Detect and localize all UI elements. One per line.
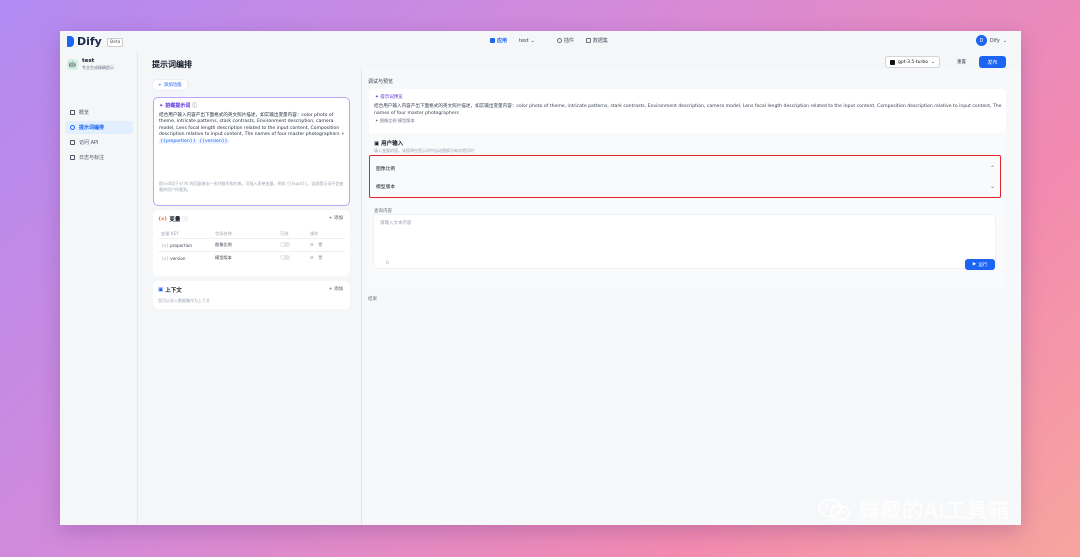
var-tag-version: {{version}} [198,138,229,144]
sidebar: 🤖 test 专业生成精确提示 概览 提示词编排 访问 API 日志与标注 [60,52,138,525]
add-feature-button[interactable]: + 添加功能 [153,80,187,90]
sidebar-item-logs[interactable]: 日志与标注 [65,151,133,164]
trash-icon[interactable]: 🗑 [318,255,323,261]
document-icon [70,155,75,160]
query-placeholder: 请输入文本内容 [380,221,412,226]
dify-logo-icon [67,36,74,47]
table-header: 变量 KEY 字段名称 可选 操作 [161,230,319,236]
prompt-preview-text: 结合用户输入内容产出下面格式的英文照片描述，如实输出变量内容：color pho… [374,104,1002,116]
prompt-text[interactable]: 结合用户输入内容产出下面格式的英文照片描述，如实输出变量内容：color pho… [159,113,345,145]
nav-plugins[interactable]: 插件 [556,37,574,44]
prompt-hint: 提示词用于对 AI 的回复做出一系列指令和约束。可插入表单变量，例如 {{inp… [159,181,344,192]
sidebar-item-overview[interactable]: 概览 [65,106,133,119]
beta-badge: Beta [107,38,124,47]
table-row: {x} version 模型版本 ⚙ 🗑 [158,251,345,264]
chevron-down-icon: ⌄ [530,37,535,44]
dify-logo[interactable]: Dify [67,35,102,48]
field-image-ratio[interactable]: 图像比例 ⌃ [373,160,998,176]
prompt-card[interactable]: ✦ 前缀提示词 ⓘ 结合用户输入内容产出下面格式的英文照片描述，如实输出变量内容… [153,97,350,206]
chevron-down-icon: ⌄ [1002,37,1007,44]
avatar: D [975,35,987,46]
user-input-title: ▣ 用户输入 [374,141,404,147]
gear-icon [70,125,75,130]
chevron-down-icon[interactable]: ⌄ [990,183,995,190]
add-context-button[interactable]: + 添加 [329,286,343,292]
grid-icon [490,38,495,43]
settings-icon[interactable]: ⚙ [310,242,314,248]
robot-icon: 🤖 [67,59,78,70]
sidebar-item-api[interactable]: 访问 API [65,136,133,149]
result-label: 结果 [368,297,377,302]
query-label: 查询内容 [374,209,392,214]
variables-table: 变量 KEY 字段名称 可选 操作 {x} proportion 图像比例 ⚙ 🗑… [158,229,345,264]
user-menu[interactable]: D Dify ⌄ [975,35,1007,46]
nav-apps[interactable]: 应用 [490,37,507,44]
prompt-header: ✦ 前缀提示词 ⓘ [159,102,198,110]
user-input-hint: 填入变量的值，该值将在提示词中自动替换为每次提问时 [374,148,474,153]
variables-card: {x} 变量 ⓘ + 添加 变量 KEY 字段名称 可选 操作 {x} prop… [153,210,350,276]
page-title: 提示词编排 [152,60,192,69]
debug-title: 调试与预览 [368,79,394,85]
trash-icon[interactable]: 🗑 [318,242,323,248]
wechat-icon [818,498,850,521]
sidebar-item-prompt[interactable]: 提示词编排 [65,121,133,134]
chevron-up-icon[interactable]: ⌃ [990,165,995,172]
context-hint: 您可以导入数据集作为上下文 [158,298,210,303]
prompt-preview-vars: ✦ 图像比例 模型版本 [375,118,415,123]
info-icon: ⓘ [182,217,188,223]
plus-icon: + [158,82,162,88]
app-card[interactable]: 🤖 test 专业生成精确提示 [67,58,114,71]
optional-toggle[interactable] [280,242,290,247]
watermark: 歸藏的AI工具箱 [817,495,1010,525]
context-card: ▣ 上下文 + 添加 您可以导入数据集作为上下文 [153,281,350,309]
terminal-icon [70,140,75,145]
nav-datasets[interactable]: 数据集 [585,37,608,44]
side-menu: 概览 提示词编排 访问 API 日志与标注 [65,106,133,166]
document-icon: ▣ [158,287,164,293]
top-nav: 应用 test ⌄ 插件 数据集 [490,37,608,44]
run-button[interactable]: ▶ 运行 [965,259,995,270]
info-icon: ⓘ [192,103,198,109]
reset-button[interactable]: 重置 [951,56,972,68]
chart-icon [70,110,75,115]
prompt-preview-title: ✦ 提示词预览 [375,95,403,100]
sparkle-icon: ✦ [159,102,164,109]
variable-icon: {x} [158,216,168,222]
optional-toggle[interactable] [280,255,290,260]
app-desc: 专业生成精确提示 [82,65,114,70]
table-row: {x} proportion 图像比例 ⚙ 🗑 [158,238,345,251]
settings-icon[interactable]: ⚙ [310,255,314,261]
context-title: ▣ 上下文 [158,287,182,294]
plugin-icon [556,38,562,43]
play-icon: ▶ [972,262,977,267]
top-bar: Dify Beta 应用 test ⌄ 插件 数据集 D Dify ⌄ [60,31,1021,52]
var-tag-proportion: {{proportion}} [159,138,197,144]
query-char-count: 0 [386,261,389,266]
query-input[interactable]: 请输入文本内容 0 [374,215,995,268]
add-variable-button[interactable]: + 添加 [329,215,343,221]
variables-title: {x} 变量 ⓘ [158,216,188,224]
field-model-version[interactable]: 模型版本 ⌄ [373,178,998,194]
model-selector[interactable]: gpt-3.5-turbo ⌄ [885,56,940,68]
openai-icon [890,59,895,65]
app-name: test [82,58,95,64]
app-switcher[interactable]: test ⌄ [519,37,535,44]
logo-text: Dify [77,35,102,48]
database-icon [585,38,591,43]
publish-button[interactable]: 发布 [979,56,1006,68]
chevron-down-icon: ⌄ [930,59,935,65]
